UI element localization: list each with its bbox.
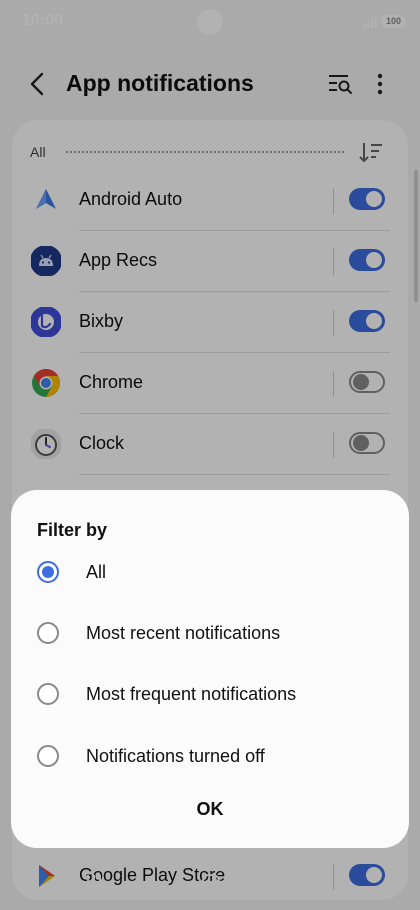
filter-dialog: Filter by All Most recent notifications … (11, 490, 409, 848)
filter-option-turned-off[interactable]: Notifications turned off (11, 732, 409, 784)
filter-option-all[interactable]: All (11, 548, 409, 600)
radio-button[interactable] (37, 622, 59, 644)
option-label: Most recent notifications (86, 623, 281, 643)
radio-button[interactable] (37, 745, 59, 767)
dialog-title: Filter by (37, 520, 108, 540)
filter-option-most-frequent[interactable]: Most frequent notifications (11, 670, 409, 722)
radio-button[interactable] (37, 683, 59, 705)
option-label: All (86, 562, 107, 582)
app-notifications-screen: 10:00 100 App notifications All Android … (0, 0, 420, 910)
filter-option-most-recent[interactable]: Most recent notifications (11, 609, 409, 661)
option-label: Most frequent notifications (86, 684, 297, 704)
ok-button[interactable]: OK (161, 790, 259, 828)
radio-button[interactable] (37, 561, 59, 583)
option-label: Notifications turned off (86, 746, 265, 766)
